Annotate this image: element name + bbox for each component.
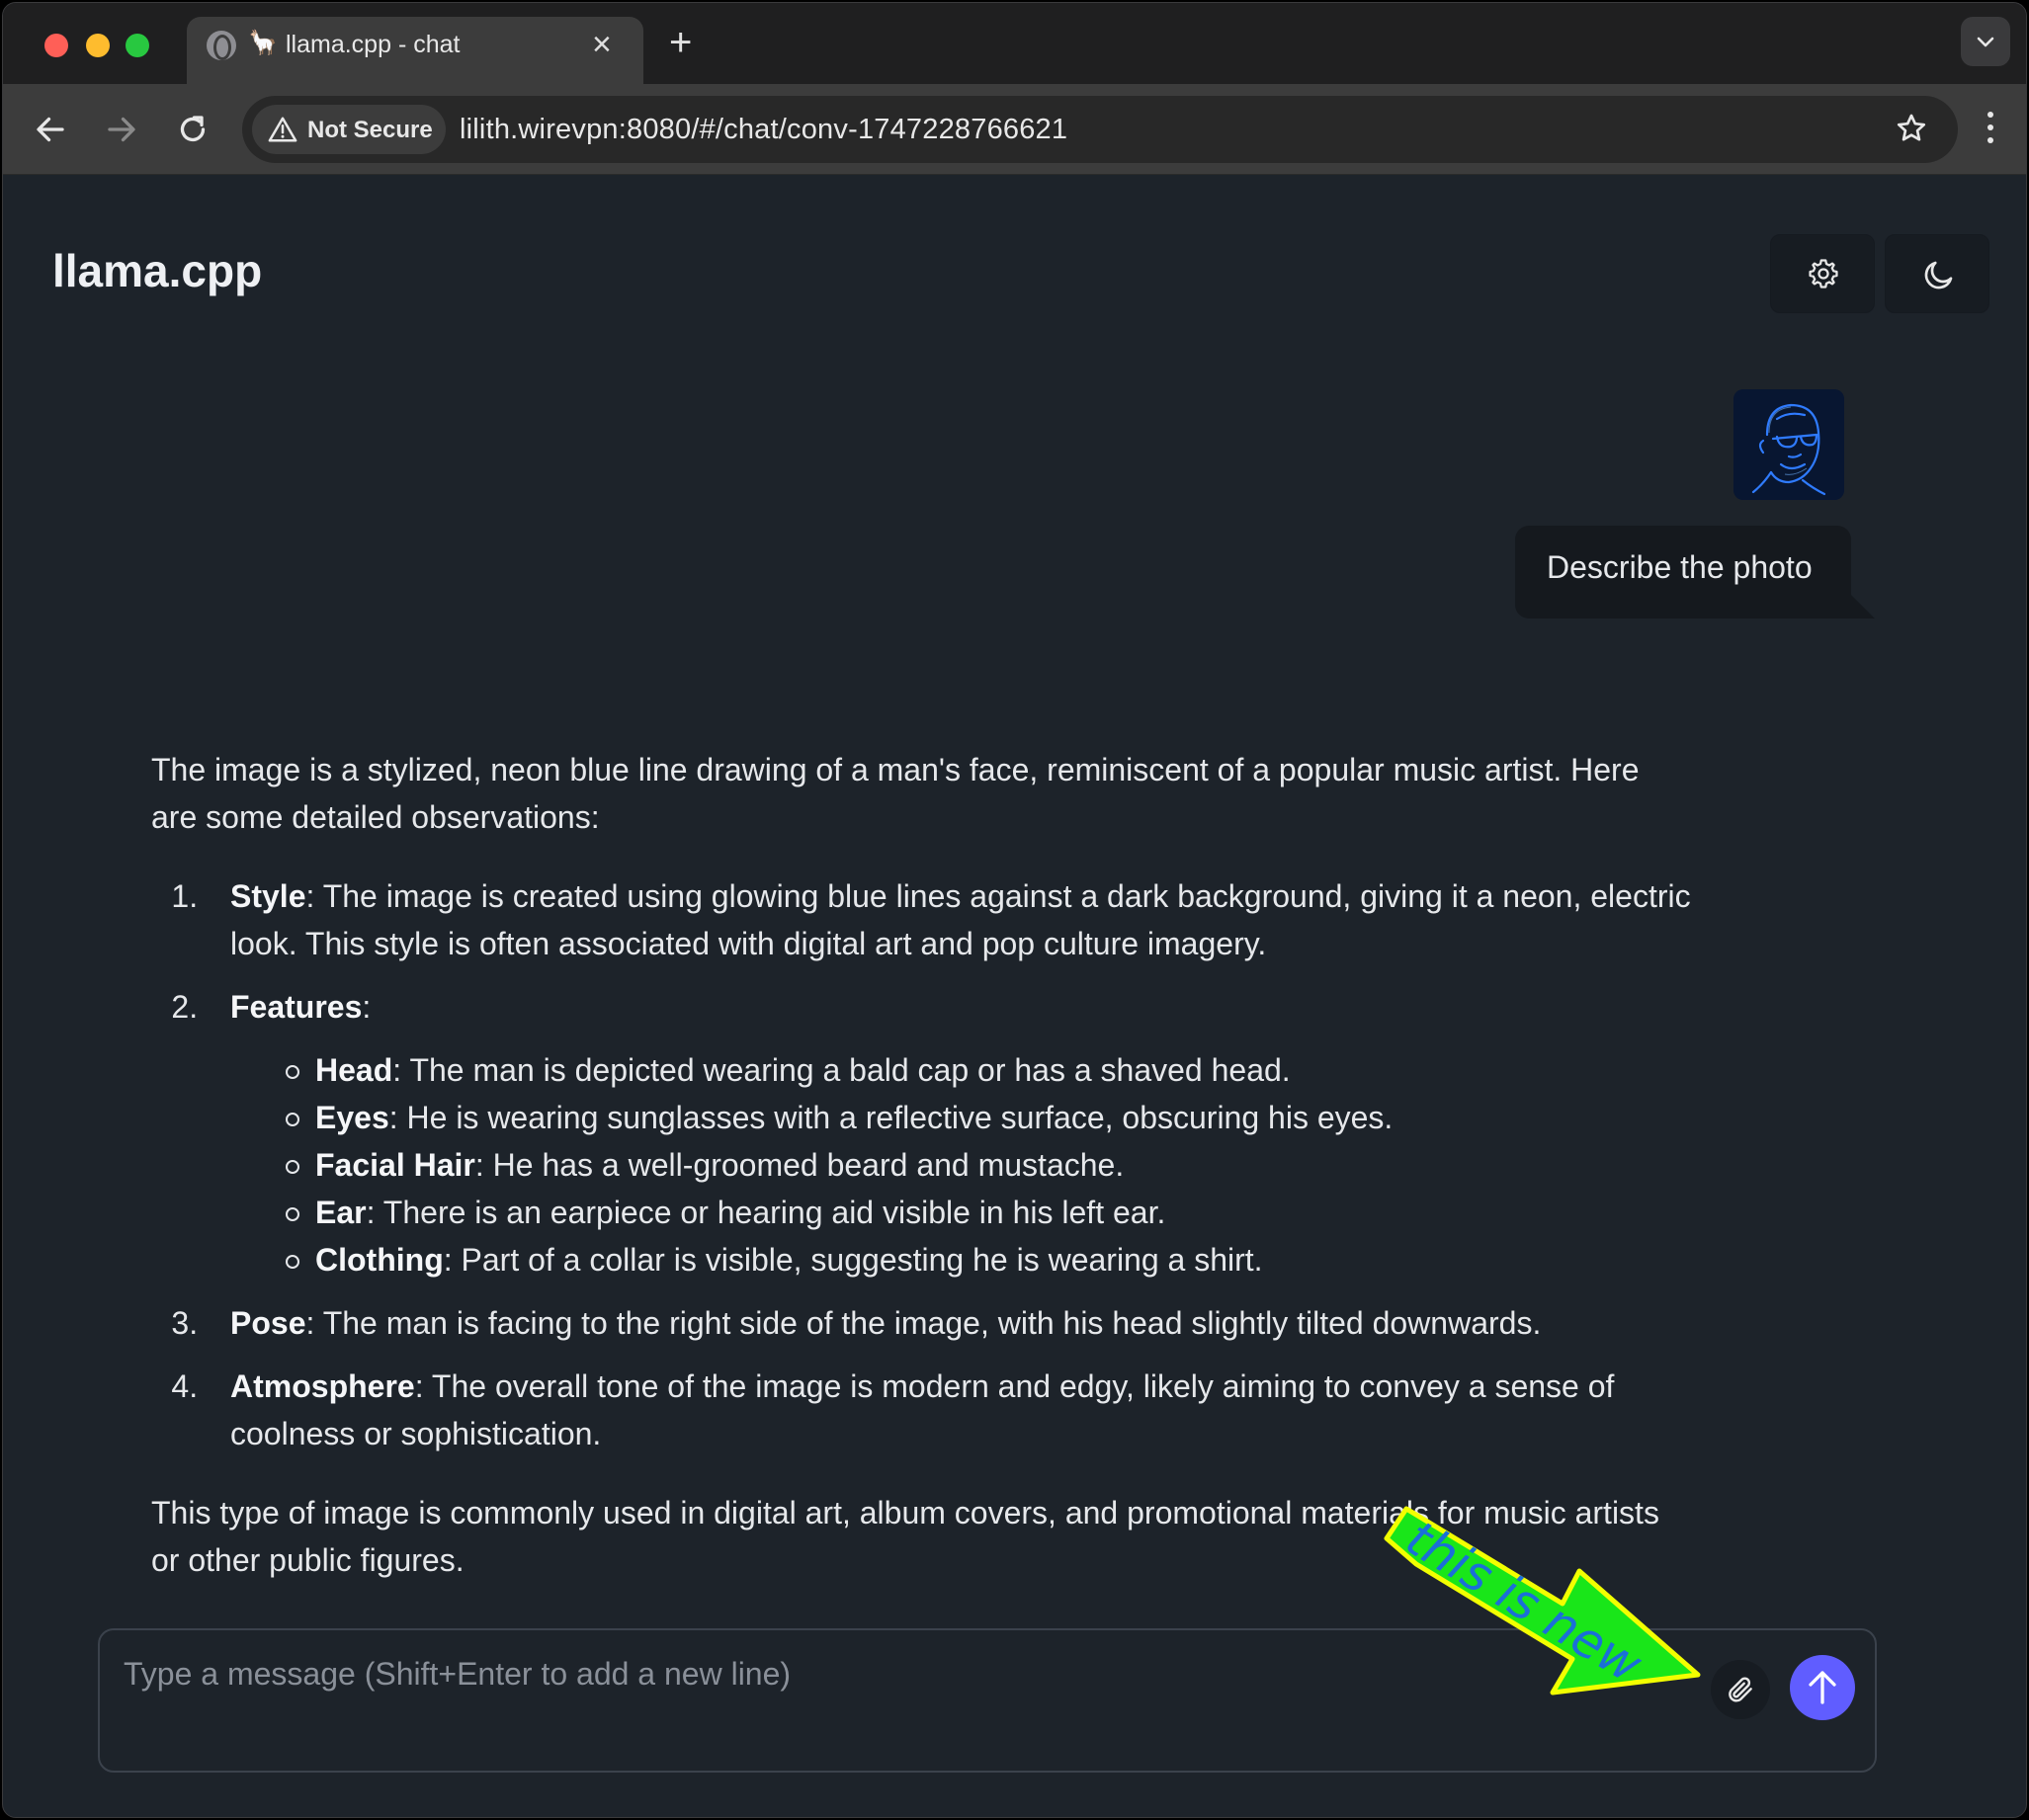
- sub-list-item: Facial Hair: He has a well-groomed beard…: [286, 1141, 1693, 1189]
- tab-title: llama.cpp - chat: [286, 31, 461, 58]
- features-sublist: Head: The man is depicted wearing a bald…: [286, 1046, 1693, 1283]
- list-item: Style: The image is created using glowin…: [207, 872, 1693, 967]
- sub-item-text: : Part of a collar is visible, suggestin…: [443, 1242, 1263, 1278]
- item-text: : The image is created using glowing blu…: [230, 878, 1691, 961]
- plus-icon[interactable]: +: [669, 19, 692, 66]
- send-button[interactable]: [1790, 1655, 1855, 1720]
- sub-list-item: Eyes: He is wearing sunglasses with a re…: [286, 1094, 1693, 1141]
- user-message-bubble: Describe the photo: [1515, 526, 1875, 619]
- item-text: : The man is facing to the right side of…: [305, 1305, 1542, 1341]
- sub-item-label: Eyes: [315, 1100, 389, 1135]
- sub-list-item: Clothing: Part of a collar is visible, s…: [286, 1236, 1693, 1283]
- sub-list-item: Head: The man is depicted wearing a bald…: [286, 1046, 1693, 1094]
- item-text: : The overall tone of the image is moder…: [230, 1368, 1615, 1451]
- gear-icon: [1809, 259, 1838, 289]
- arrow-up-icon: [1809, 1671, 1836, 1704]
- warning-icon: [268, 117, 297, 142]
- observation-list: Style: The image is created using glowin…: [207, 872, 1693, 1457]
- globe-icon: [207, 31, 236, 60]
- browser-window: 🦙 llama.cpp - chat × + Not Secure lilith…: [2, 2, 2027, 1818]
- chevron-down-icon: [1977, 37, 1994, 47]
- neon-face-drawing: [1733, 389, 1844, 500]
- maximize-window-button[interactable]: [126, 34, 149, 57]
- address-bar[interactable]: Not Secure lilith.wirevpn:8080/#/chat/co…: [242, 96, 1958, 163]
- minimize-window-button[interactable]: [86, 34, 110, 57]
- reload-icon[interactable]: [175, 112, 211, 147]
- app-title: llama.cpp: [52, 245, 263, 296]
- close-icon[interactable]: ×: [592, 25, 612, 64]
- user-attached-image[interactable]: [1733, 389, 1844, 500]
- item-label: Features: [230, 989, 363, 1025]
- back-arrow-icon[interactable]: [33, 112, 68, 147]
- user-message-text: Describe the photo: [1547, 549, 1813, 585]
- sub-item-text: : There is an earpiece or hearing aid vi…: [366, 1195, 1166, 1230]
- forward-arrow-icon[interactable]: [104, 112, 139, 147]
- security-label: Not Secure: [307, 117, 433, 143]
- llama-favicon: 🦙: [248, 30, 278, 56]
- answer-intro: The image is a stylized, neon blue line …: [151, 752, 1640, 835]
- sub-item-label: Ear: [315, 1195, 367, 1230]
- sub-item-label: Facial Hair: [315, 1147, 475, 1183]
- list-item: Atmosphere: The overall tone of the imag…: [207, 1363, 1693, 1457]
- close-window-button[interactable]: [44, 34, 68, 57]
- tab-search-button[interactable]: [1961, 17, 2010, 66]
- settings-button[interactable]: [1770, 234, 1875, 313]
- moon-icon: [1924, 261, 1953, 290]
- sub-item-text: : The man is depicted wearing a bald cap…: [392, 1052, 1291, 1088]
- attach-file-button[interactable]: [1711, 1660, 1770, 1719]
- url-text[interactable]: lilith.wirevpn:8080/#/chat/conv-17472287…: [460, 114, 1067, 146]
- assistant-message: The image is a stylized, neon blue line …: [151, 746, 1693, 1615]
- annotation-arrow: this is new: [1384, 1506, 1701, 1696]
- list-item: Features: Head: The man is depicted wear…: [207, 983, 1693, 1283]
- sub-item-label: Clothing: [315, 1242, 444, 1278]
- tab-strip: 🦙 llama.cpp - chat × +: [3, 3, 2026, 84]
- sub-item-text: : He has a well-groomed beard and mustac…: [474, 1147, 1125, 1183]
- sub-item-text: : He is wearing sunglasses with a reflec…: [388, 1100, 1394, 1135]
- kebab-menu-icon[interactable]: [1985, 110, 1996, 145]
- item-label: Style: [230, 878, 306, 914]
- browser-tab[interactable]: 🦙 llama.cpp - chat ×: [187, 17, 643, 84]
- paperclip-icon: [1729, 1677, 1752, 1702]
- list-item: Pose: The man is facing to the right sid…: [207, 1299, 1693, 1347]
- item-label: Atmosphere: [230, 1368, 415, 1404]
- sub-item-label: Head: [315, 1052, 393, 1088]
- item-label: Pose: [230, 1305, 306, 1341]
- browser-toolbar: Not Secure lilith.wirevpn:8080/#/chat/co…: [3, 84, 2026, 175]
- star-icon[interactable]: [1895, 112, 1928, 145]
- security-chip[interactable]: Not Secure: [252, 105, 446, 154]
- sub-list-item: Ear: There is an earpiece or hearing aid…: [286, 1189, 1693, 1236]
- theme-toggle-button[interactable]: [1885, 234, 1989, 313]
- item-text: :: [362, 989, 372, 1025]
